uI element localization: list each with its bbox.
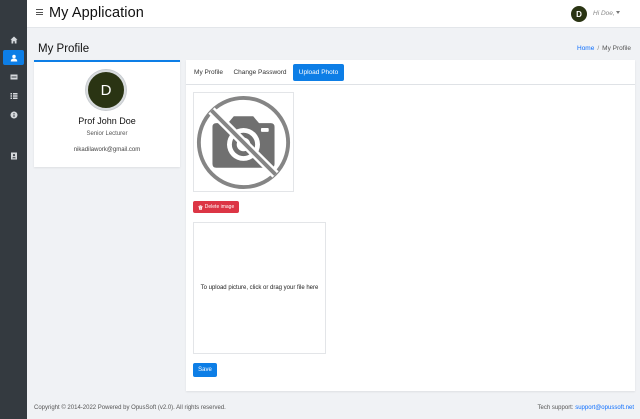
profile-card: D Prof John Doe Senior Lecturer nikadila… — [34, 60, 180, 167]
sidebar-item-profile[interactable] — [3, 50, 24, 65]
sidebar-item-records[interactable] — [3, 69, 24, 84]
app-title: My Application — [49, 5, 144, 21]
user-icon — [10, 54, 17, 61]
profile-email: nikadilawork@gmail.com — [73, 147, 141, 153]
chevron-down-icon[interactable] — [616, 11, 620, 14]
delete-image-label: Delete image — [204, 204, 235, 210]
profile-avatar: D — [86, 70, 126, 110]
hamburger-menu-icon[interactable] — [36, 9, 43, 15]
list-icon — [10, 92, 17, 99]
page-title: My Profile — [38, 43, 90, 55]
save-button[interactable]: Save — [193, 363, 217, 377]
photo-preview — [193, 92, 294, 192]
profile-name: Prof John Doe — [78, 116, 136, 126]
sidebar-item-home[interactable] — [3, 32, 24, 47]
info-icon — [10, 111, 18, 118]
no-camera-icon — [196, 95, 291, 190]
sidebar-item-info[interactable] — [3, 107, 24, 122]
tech-support: Tech support: support@opussoft.net — [538, 405, 635, 411]
tech-support-label: Tech support: — [537, 405, 574, 411]
contact-card-icon — [10, 152, 17, 159]
breadcrumb-home-link[interactable]: Home — [577, 45, 594, 52]
sidebar-item-contact[interactable] — [3, 148, 24, 163]
breadcrumb-separator: / — [597, 45, 600, 52]
trash-icon — [198, 204, 203, 210]
id-card-icon — [10, 74, 17, 79]
support-email-link[interactable]: support@opussoft.net — [575, 405, 634, 411]
user-avatar[interactable]: D — [571, 6, 587, 22]
upload-dropzone[interactable]: To upload picture, click or drag your fi… — [193, 222, 326, 354]
tab-change-password[interactable]: Change Password — [231, 64, 289, 81]
breadcrumb: Home / My Profile — [577, 45, 631, 52]
dropzone-text: To upload picture, click or drag your fi… — [200, 285, 319, 291]
user-greeting[interactable]: Hi Doe, — [593, 10, 615, 17]
top-bar: My Application D Hi Doe, — [27, 0, 640, 28]
tab-my-profile[interactable]: My Profile — [192, 64, 225, 81]
tab-upload-photo[interactable]: Upload Photo — [293, 64, 344, 81]
breadcrumb-current: My Profile — [602, 45, 632, 52]
copyright-text: Copyright © 2014-2022 Powered by OpusSof… — [34, 405, 226, 411]
footer: Copyright © 2014-2022 Powered by OpusSof… — [27, 398, 640, 419]
profile-tabs: My Profile Change Password Upload Photo — [186, 60, 635, 85]
profile-role: Senior Lecturer — [86, 131, 128, 137]
sidebar-item-list[interactable] — [3, 88, 24, 103]
home-icon — [10, 36, 17, 43]
delete-image-button[interactable]: Delete image — [193, 201, 239, 213]
sidebar — [0, 0, 27, 419]
upload-photo-card: My Profile Change Password Upload Photo … — [186, 60, 635, 391]
